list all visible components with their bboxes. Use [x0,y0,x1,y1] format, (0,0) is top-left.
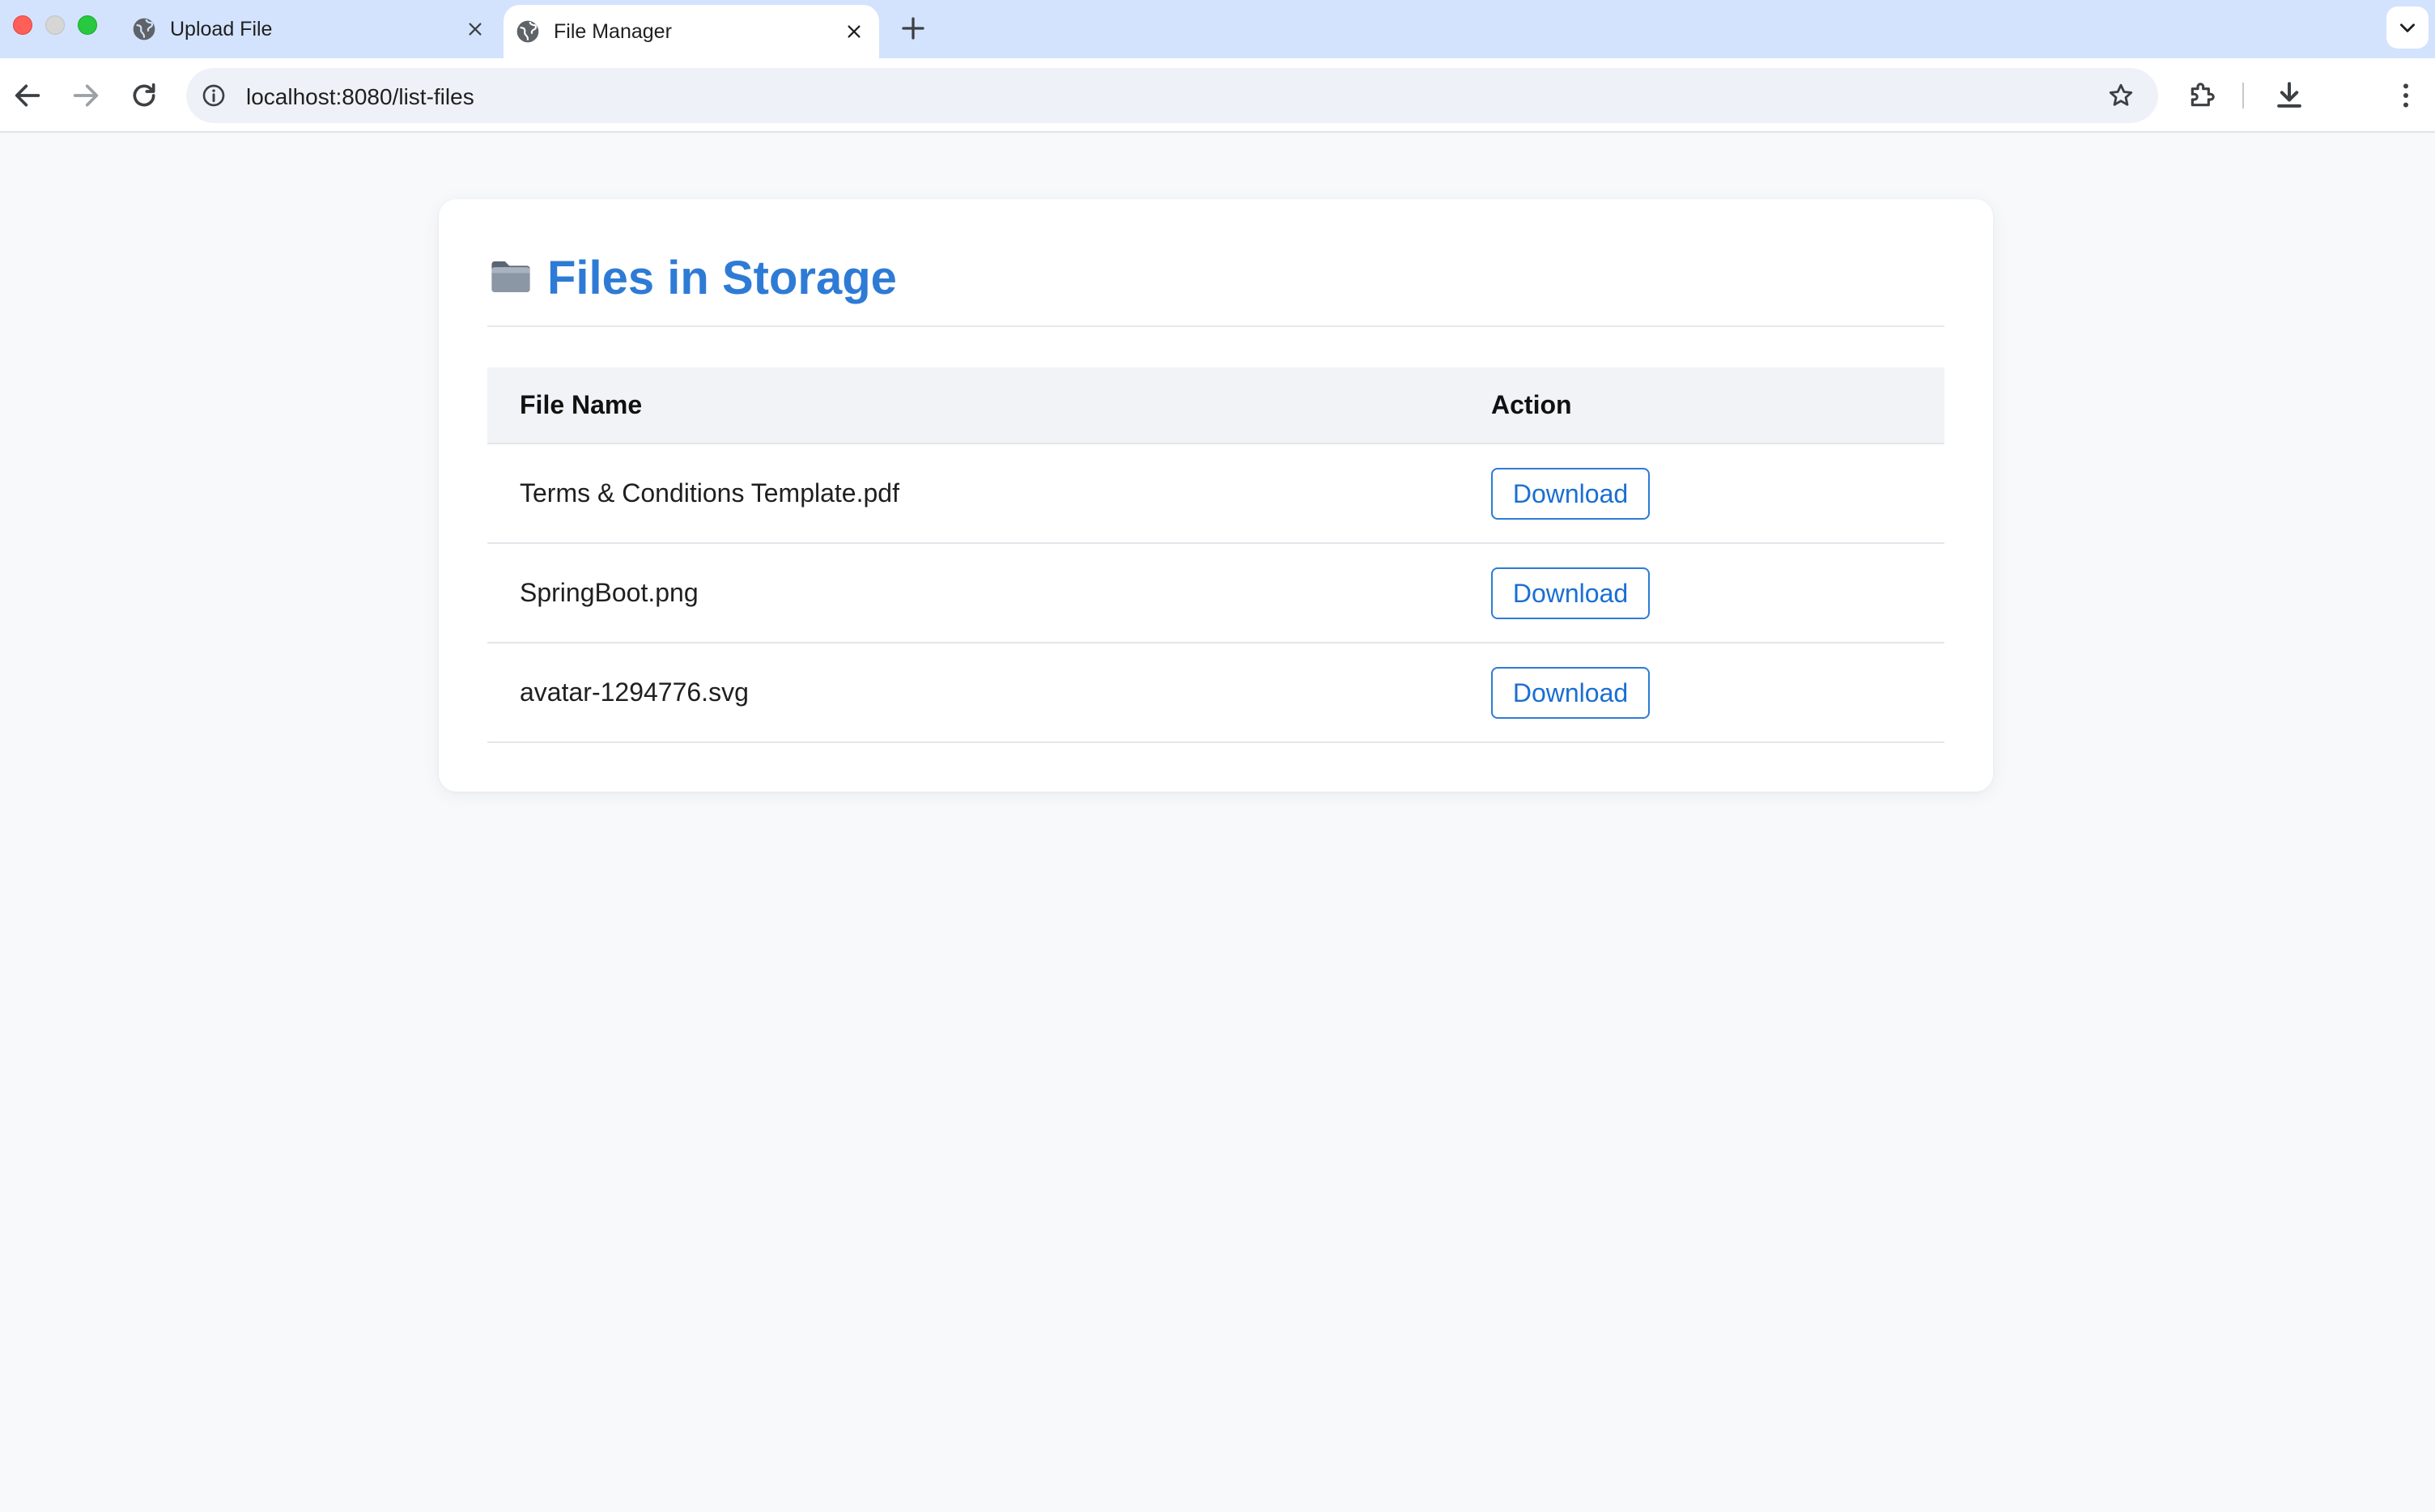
new-tab-icon[interactable] [899,14,928,43]
minimize-window-button[interactable] [45,15,65,35]
download-icon[interactable] [2271,78,2307,113]
back-arrow-icon[interactable] [11,79,44,112]
address-bar[interactable]: localhost:8080/list-files [186,68,2158,123]
tab-file-manager[interactable]: File Manager [504,5,879,58]
table-row: SpringBoot.png Download [487,543,1944,643]
browser-tab-strip: Upload File File Manager [0,0,2435,58]
toolbar-divider [2242,83,2244,108]
url-text[interactable]: localhost:8080/list-files [246,84,474,110]
tab-search-button[interactable] [2386,6,2429,49]
browser-toolbar: localhost:8080/list-files [0,58,2435,133]
action-cell: Download [1459,444,1944,544]
close-tab-icon[interactable] [845,23,863,40]
reload-icon[interactable] [128,79,160,112]
bookmark-star-icon[interactable] [2106,81,2135,110]
more-menu-icon[interactable] [2390,79,2422,112]
action-cell: Download [1459,643,1944,743]
files-table: File Name Action Terms & Conditions Temp… [487,367,1944,743]
globe-icon [516,20,539,43]
download-button[interactable]: Download [1491,567,1650,619]
download-button[interactable]: Download [1491,467,1650,520]
file-name-cell: SpringBoot.png [487,543,1459,643]
file-name-cell: avatar-1294776.svg [487,643,1459,743]
folder-icon [491,261,530,292]
column-header-action: Action [1459,367,1944,444]
column-header-file-name: File Name [487,367,1459,444]
extensions-puzzle-icon[interactable] [2186,79,2218,112]
download-button[interactable]: Download [1491,666,1650,719]
card-header: Files in Storage [487,248,1944,327]
site-info-icon[interactable] [201,83,227,108]
close-window-button[interactable] [13,15,32,35]
file-list-card: Files in Storage File Name Action Terms … [439,199,1993,792]
globe-icon [133,18,155,40]
table-row: Terms & Conditions Template.pdf Download [487,444,1944,544]
maximize-window-button[interactable] [78,15,97,35]
tab-upload-file[interactable]: Upload File [120,0,500,58]
page-title: Files in Storage [547,252,897,304]
forward-arrow-icon[interactable] [70,79,102,112]
chevron-down-icon [2400,23,2415,32]
close-tab-icon[interactable] [466,20,484,38]
table-row: avatar-1294776.svg Download [487,643,1944,743]
tab-title: Upload File [170,17,273,40]
file-name-cell: Terms & Conditions Template.pdf [487,444,1459,544]
tab-title: File Manager [554,19,672,43]
action-cell: Download [1459,543,1944,643]
table-header-row: File Name Action [487,367,1944,444]
